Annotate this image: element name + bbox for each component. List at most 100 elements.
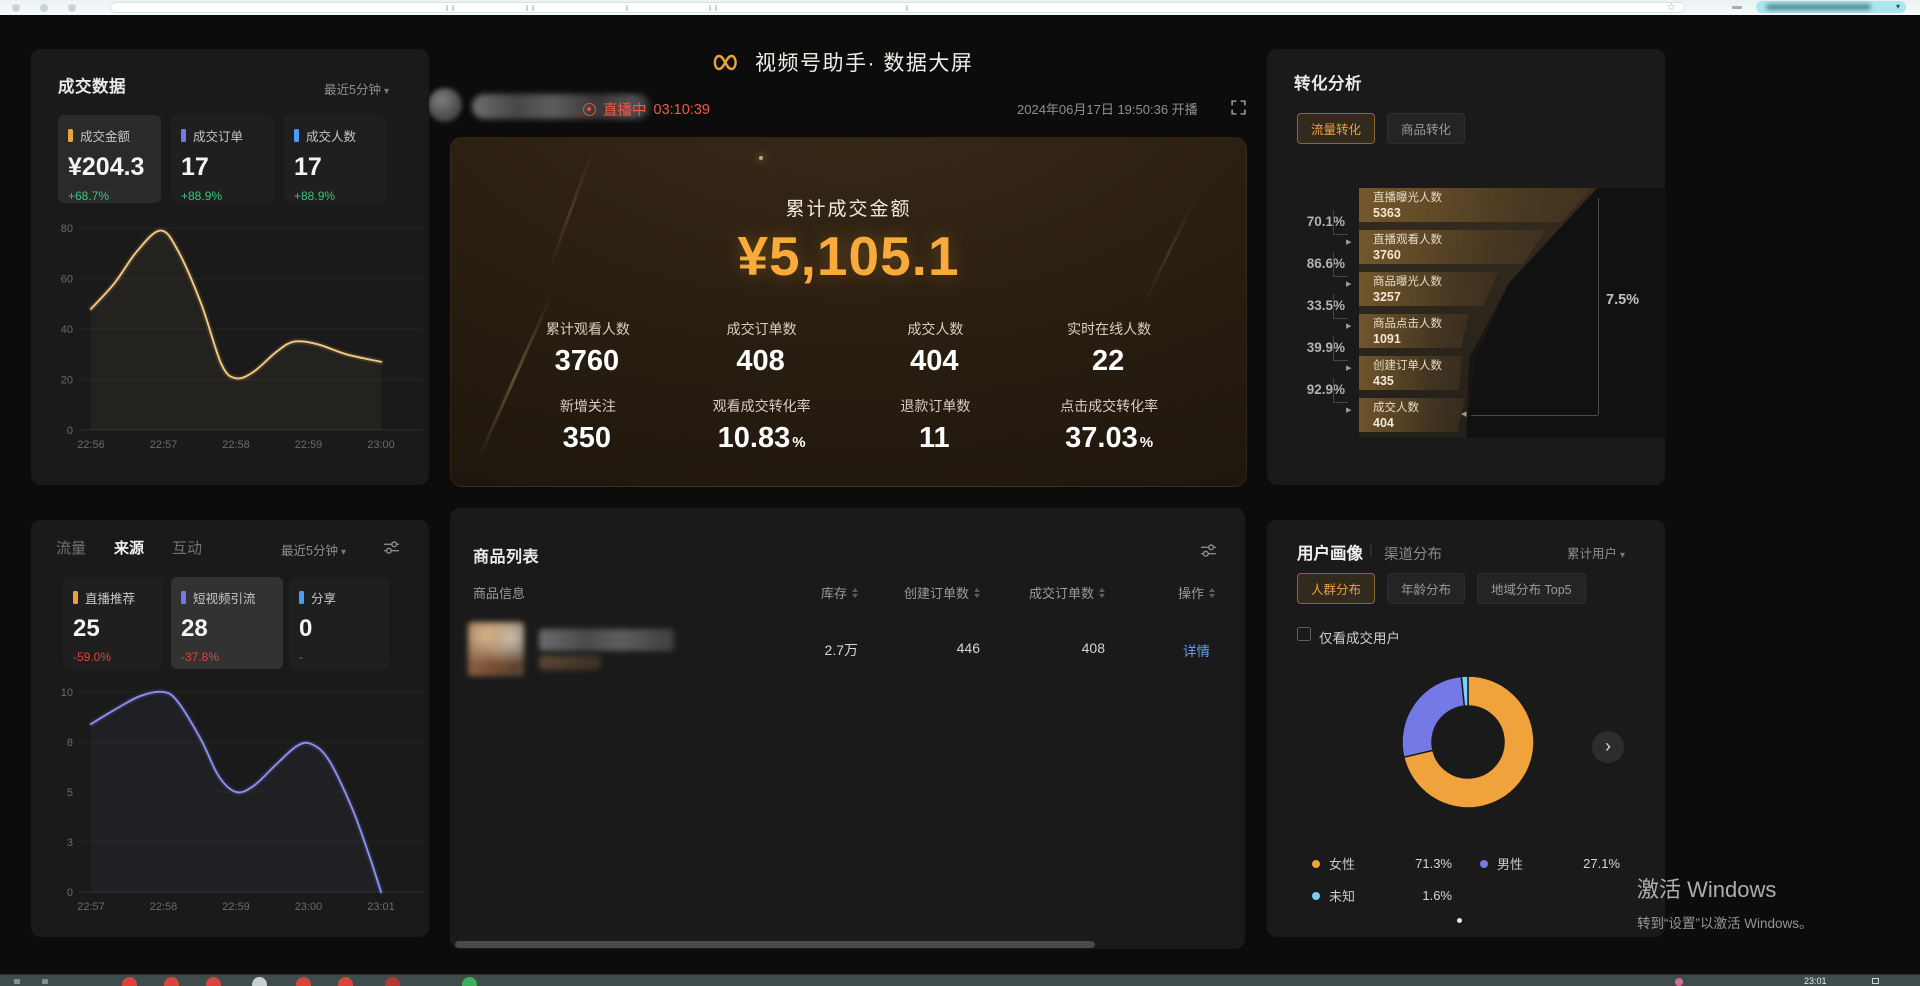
portrait-sub-tabs: 人群分布 年龄分布 地域分布 Top5 bbox=[1297, 573, 1586, 604]
address-bar[interactable]: ☆ bbox=[110, 2, 1685, 13]
checkbox-label: 仅看成交用户 bbox=[1319, 627, 1400, 647]
metric-card-deal-orders[interactable]: 成交订单 17 +88.9% bbox=[171, 115, 274, 203]
svg-text:23:01: 23:01 bbox=[367, 901, 395, 913]
tab-interaction[interactable]: 互动 bbox=[172, 537, 202, 558]
tab-traffic-conversion[interactable]: 流量转化 bbox=[1297, 113, 1375, 144]
accent-bar bbox=[181, 591, 186, 604]
arrow-right-icon: ▸ bbox=[1346, 237, 1352, 248]
fullscreen-icon[interactable] bbox=[1230, 99, 1247, 121]
tab-traffic[interactable]: 流量 bbox=[56, 537, 86, 558]
svg-text:40: 40 bbox=[61, 324, 73, 336]
extension-icon[interactable] bbox=[1732, 6, 1742, 9]
column-header-product-info: 商品信息 bbox=[473, 583, 525, 602]
accent-bar bbox=[181, 129, 186, 142]
column-header-stock[interactable]: 库存 bbox=[738, 583, 858, 602]
conversion-funnel-chart: 直播曝光人数5363直播观看人数376070.1%▸商品曝光人数325786.6… bbox=[1267, 188, 1665, 440]
bookmark-star-icon[interactable]: ☆ bbox=[1667, 2, 1676, 14]
metric-value: 17 bbox=[181, 153, 264, 182]
tab-region-distribution[interactable]: 地域分布 Top5 bbox=[1477, 573, 1586, 604]
stat-cell: 成交人数404 bbox=[849, 319, 1023, 378]
tab-source[interactable]: 来源 bbox=[114, 537, 144, 558]
metric-label: 成交金额 bbox=[80, 126, 130, 145]
funnel-connector bbox=[1333, 252, 1348, 277]
browser-refresh-icon[interactable] bbox=[68, 4, 76, 12]
app-title: 视频号助手· 数据大屏 bbox=[755, 47, 973, 77]
overview-card: 累计成交金额 ¥5,105.1 累计观看人数3760 成交订单数408 成交人数… bbox=[450, 137, 1247, 487]
horizontal-scrollbar[interactable] bbox=[455, 941, 1095, 948]
gender-donut-chart bbox=[1386, 660, 1550, 824]
sort-icon[interactable] bbox=[974, 588, 980, 598]
user-scope-selector[interactable]: 累计用户▾ bbox=[1567, 543, 1625, 562]
live-status-label: 直播中 bbox=[603, 99, 647, 120]
column-header-action[interactable]: 操作 bbox=[1095, 583, 1215, 602]
tab-channel-distribution[interactable]: 渠道分布 bbox=[1384, 543, 1442, 564]
funnel-bar: 直播曝光人数5363 bbox=[1359, 188, 1592, 222]
metric-card-deal-amount[interactable]: 成交金额 ¥204.3 +68.7% bbox=[58, 115, 161, 203]
stats-row-1: 累计观看人数3760 成交订单数408 成交人数404 实时在线人数22 bbox=[501, 319, 1196, 378]
address-text-fragment bbox=[906, 5, 908, 11]
traffic-source-panel: 流量 来源 互动 最近5分钟▾ 直播推荐 25 -59.0% 短视频引流 28 … bbox=[31, 520, 429, 937]
metric-label: 分享 bbox=[311, 588, 336, 607]
funnel-bar: 商品曝光人数3257 bbox=[1359, 272, 1498, 306]
taskbar-search-icon[interactable] bbox=[42, 979, 48, 984]
svg-text:0: 0 bbox=[67, 887, 73, 899]
sort-icon[interactable] bbox=[852, 588, 858, 598]
tab-age-distribution[interactable]: 年龄分布 bbox=[1387, 573, 1465, 604]
show-desktop-button[interactable] bbox=[1872, 978, 1879, 984]
column-header-created-orders[interactable]: 创建订单数 bbox=[860, 583, 980, 602]
sparkle bbox=[759, 156, 763, 160]
pagination-dot[interactable] bbox=[1457, 918, 1462, 923]
detail-link[interactable]: 详情 bbox=[1183, 640, 1210, 660]
stream-start-time: 2024年06月17日 19:50:36 开播 bbox=[1017, 99, 1198, 118]
svg-text:22:59: 22:59 bbox=[295, 439, 323, 451]
browser-back-icon[interactable] bbox=[12, 4, 20, 12]
tab-product-conversion[interactable]: 商品转化 bbox=[1387, 113, 1465, 144]
address-text-fragment bbox=[715, 5, 717, 11]
traffic-tabs: 流量 来源 互动 bbox=[56, 537, 202, 558]
time-range-selector[interactable]: 最近5分钟▾ bbox=[281, 540, 346, 559]
funnel-connector bbox=[1333, 336, 1348, 361]
accent-bar bbox=[73, 591, 78, 604]
svg-text:22:57: 22:57 bbox=[77, 901, 105, 913]
funnel-bar: 直播观看人数3760 bbox=[1359, 230, 1546, 264]
tab-user-portrait[interactable]: 用户画像 bbox=[1297, 540, 1363, 564]
stats-row-2: 新增关注350 观看成交转化率10.83% 退款订单数11 点击成交转化率37.… bbox=[501, 396, 1196, 455]
funnel-bar: 成交人数404 bbox=[1359, 398, 1465, 432]
stat-cell: 实时在线人数22 bbox=[1022, 319, 1196, 378]
metric-card-short-video[interactable]: 短视频引流 28 -37.8% bbox=[171, 577, 283, 669]
headline-label: 累计成交金额 bbox=[451, 194, 1246, 221]
column-header-deal-orders[interactable]: 成交订单数 bbox=[985, 583, 1105, 602]
user-scope-label: 累计用户 bbox=[1567, 547, 1617, 561]
arrow-left-icon: ◂ bbox=[1461, 409, 1467, 420]
deal-users-only-checkbox[interactable] bbox=[1297, 627, 1311, 641]
legend-dot bbox=[1312, 892, 1320, 900]
accent-bar bbox=[68, 129, 73, 142]
address-text-fragment bbox=[626, 5, 628, 11]
sort-icon[interactable] bbox=[1209, 588, 1215, 598]
svg-text:22:57: 22:57 bbox=[150, 439, 178, 451]
divider: | bbox=[1369, 541, 1373, 557]
svg-text:80: 80 bbox=[61, 223, 73, 235]
dashboard-screen: ☆ ▾ 视频号助手· 数据大屏 直播中 03:10:39 2024年06月17日… bbox=[0, 0, 1920, 985]
metric-card-live-recommend[interactable]: 直播推荐 25 -59.0% bbox=[63, 577, 163, 669]
tab-crowd-distribution[interactable]: 人群分布 bbox=[1297, 573, 1375, 604]
taskbar-start-icon[interactable] bbox=[14, 979, 20, 984]
chevron-right-icon[interactable]: › bbox=[1592, 731, 1624, 763]
browser-forward-icon[interactable] bbox=[40, 4, 48, 12]
browser-profile-chip[interactable]: ▾ bbox=[1756, 1, 1906, 13]
funnel-connector bbox=[1333, 378, 1348, 403]
accent-bar bbox=[299, 591, 304, 604]
streamer-avatar bbox=[428, 88, 462, 122]
app-header: 视频号助手· 数据大屏 bbox=[712, 47, 973, 77]
funnel-tabs: 流量转化 商品转化 bbox=[1297, 113, 1465, 144]
address-text-fragment bbox=[532, 5, 534, 11]
time-range-selector[interactable]: 最近5分钟▾ bbox=[324, 79, 389, 98]
metric-value: 17 bbox=[294, 153, 377, 182]
arrow-right-icon: ▸ bbox=[1346, 363, 1352, 374]
svg-text:5: 5 bbox=[67, 787, 73, 799]
filter-icon[interactable] bbox=[383, 539, 400, 561]
svg-text:8: 8 bbox=[67, 737, 73, 749]
metric-card-share[interactable]: 分享 0 - bbox=[289, 577, 389, 669]
metric-card-deal-buyers[interactable]: 成交人数 17 +88.9% bbox=[284, 115, 387, 203]
filter-icon[interactable] bbox=[1200, 542, 1217, 564]
